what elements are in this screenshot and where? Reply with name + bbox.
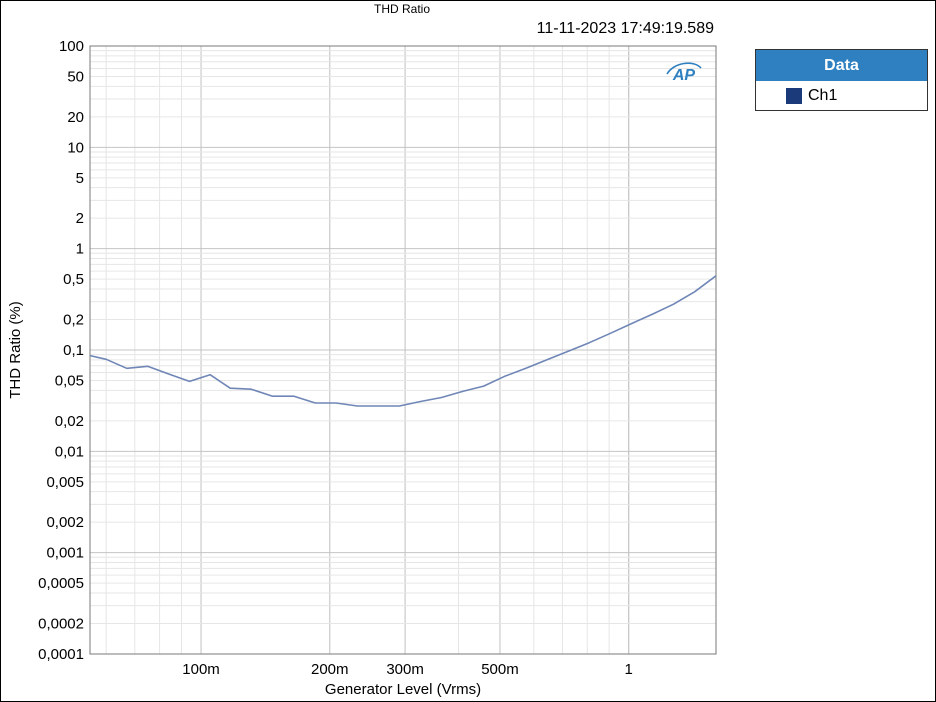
legend: Data Ch1	[755, 49, 928, 111]
x-tick-label: 1	[625, 661, 633, 678]
y-tick-label: 0,02	[55, 413, 84, 430]
legend-title: Data	[756, 50, 927, 81]
y-tick-label: 0,002	[46, 514, 84, 531]
y-tick-label: 100	[59, 38, 84, 55]
y-tick-label: 0,0002	[38, 615, 84, 632]
svg-text:AP: AP	[672, 67, 696, 84]
timestamp: 11-11-2023 17:49:19.589	[536, 20, 714, 37]
x-tick-label: 300m	[386, 661, 424, 678]
series-layer	[89, 275, 717, 407]
legend-label: Ch1	[808, 87, 838, 104]
series-line-ch1	[89, 275, 717, 407]
y-tick-label: 0,001	[46, 545, 84, 562]
y-tick-label: 50	[67, 69, 84, 86]
y-tick-label: 5	[76, 170, 84, 187]
y-axis-label: THD Ratio (%)	[7, 301, 24, 399]
y-tick-label: 0,1	[63, 342, 84, 359]
y-tick-label: 0,0005	[38, 575, 84, 592]
y-tick-label: 2	[76, 210, 84, 227]
y-tick-label: 0,0001	[38, 646, 84, 663]
x-tick-label: 100m	[182, 661, 220, 678]
chart-title: THD Ratio	[373, 2, 430, 16]
ap-logo-icon: AP	[666, 62, 702, 84]
grid	[90, 45, 716, 655]
x-tick-label: 200m	[311, 661, 349, 678]
y-tick-labels: 100 50 20 10 5 2 1 0,5 0,2 0,1 0,05 0,02 0,01 0,005 0,…	[38, 38, 84, 663]
legend-item-ch1[interactable]: Ch1	[756, 81, 927, 111]
y-tick-label: 0,05	[55, 373, 84, 390]
y-tick-label: 0,5	[63, 271, 84, 288]
y-tick-label: 10	[67, 139, 84, 156]
x-tick-labels: 100m 200m 300m 500m 1	[182, 661, 633, 678]
legend-swatch	[786, 88, 802, 104]
y-tick-label: 0,01	[55, 443, 84, 460]
y-tick-label: 0,2	[63, 311, 84, 328]
y-tick-label: 0,005	[46, 474, 84, 491]
y-tick-label: 20	[67, 109, 84, 126]
y-tick-label: 1	[76, 241, 84, 258]
x-tick-label: 500m	[481, 661, 519, 678]
x-axis-label: Generator Level (Vrms)	[325, 681, 481, 698]
